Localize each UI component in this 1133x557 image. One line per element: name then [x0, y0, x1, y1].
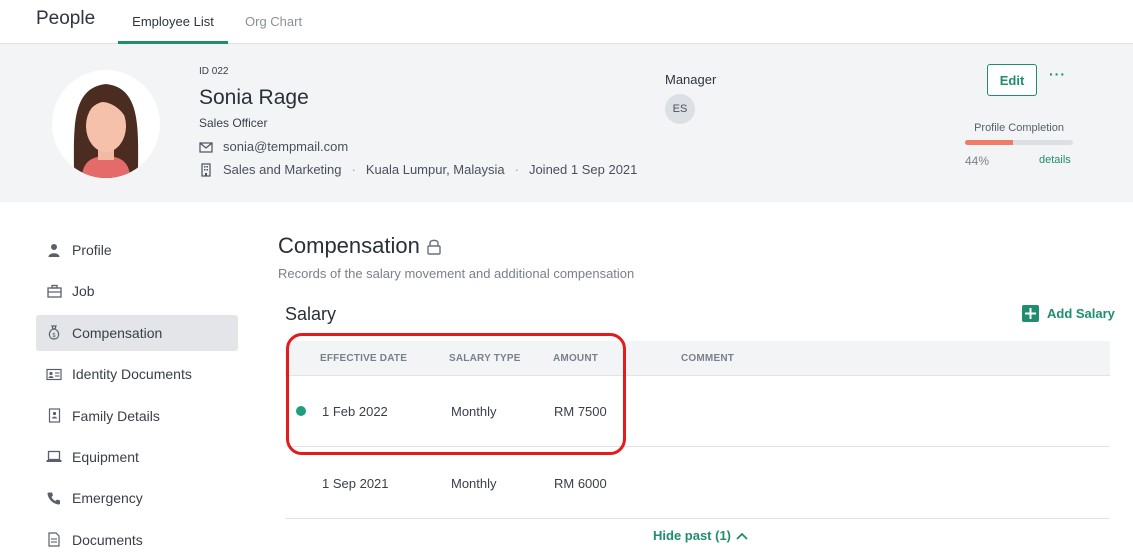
sidebar-item-documents[interactable]: Documents: [36, 522, 238, 557]
sidebar-item-label: Equipment: [72, 448, 139, 465]
effective-date-cell: 1 Sep 2021: [322, 476, 389, 491]
profile-completion-details-link[interactable]: details: [1039, 154, 1071, 166]
table-row[interactable]: 1 Feb 2022 Monthly RM 7500: [285, 376, 1110, 447]
sidebar-item-profile[interactable]: Profile: [36, 232, 238, 268]
sidebar-item-label: Profile: [72, 242, 112, 258]
compensation-title: Compensation: [278, 233, 420, 258]
profile-completion-label: Profile Completion: [974, 122, 1064, 134]
separator: ·: [514, 162, 519, 177]
employee-name: Sonia Rage: [199, 86, 309, 109]
app-title: People: [36, 8, 96, 29]
salary-table-header: EFFECTIVE DATE SALARY TYPE AMOUNT COMMEN…: [285, 341, 1110, 376]
table-row[interactable]: 1 Sep 2021 Monthly RM 6000: [285, 448, 1110, 519]
column-comment[interactable]: COMMENT: [681, 353, 734, 364]
employee-location: Kuala Lumpur, Malaysia: [365, 162, 505, 177]
profile-completion-fill: [965, 140, 1013, 145]
sidebar-item-label: Documents: [72, 531, 143, 548]
add-salary-label: Add Salary: [1047, 306, 1115, 321]
sidebar-item-job[interactable]: Job: [36, 273, 238, 309]
tab-employee-list[interactable]: Employee List: [118, 14, 228, 44]
avatar: [52, 70, 160, 178]
hide-past-label: Hide past (1): [653, 528, 732, 543]
salary-type-cell: Monthly: [451, 404, 497, 419]
sidebar-item-label: Compensation: [72, 324, 163, 341]
briefcase-icon: [46, 283, 62, 299]
manager-label: Manager: [665, 72, 717, 87]
employee-header: ID 022 Sonia Rage Sales Officer sonia@te…: [0, 44, 1133, 202]
money-bag-icon: $: [46, 325, 62, 341]
column-effective-date[interactable]: EFFECTIVE DATE: [320, 353, 407, 364]
salary-type-cell: Monthly: [451, 476, 497, 491]
sidebar-item-emergency[interactable]: Emergency: [36, 480, 238, 516]
edit-button[interactable]: Edit: [987, 64, 1037, 96]
sidebar: Profile Job $ Compensation Identity Docu…: [36, 232, 238, 557]
sidebar-item-identity-documents[interactable]: Identity Documents: [36, 356, 238, 392]
effective-date-cell: 1 Feb 2022: [322, 404, 388, 419]
employee-email-row: sonia@tempmail.com: [199, 139, 348, 154]
sidebar-item-equipment[interactable]: Equipment: [36, 439, 238, 475]
building-icon: [199, 162, 213, 177]
profile-completion-bar: [965, 140, 1073, 145]
sidebar-item-family-details[interactable]: Family Details: [36, 398, 238, 434]
document-icon: [46, 532, 62, 548]
section-title: Compensation: [278, 233, 442, 259]
amount-cell: RM 7500: [554, 404, 607, 419]
salary-heading: Salary: [285, 304, 337, 324]
sidebar-item-label: Identity Documents: [72, 366, 192, 383]
compensation-subtitle: Records of the salary movement and addit…: [278, 266, 635, 281]
svg-text:$: $: [52, 332, 56, 339]
current-status-dot: [296, 406, 306, 416]
amount-cell: RM 6000: [554, 476, 607, 491]
employee-joined: Joined 1 Sep 2021: [528, 162, 638, 177]
person-icon: [46, 242, 62, 258]
profile-completion-percent: 44%: [965, 154, 990, 168]
lock-icon: [426, 238, 442, 255]
column-salary-type[interactable]: SALARY TYPE: [449, 353, 521, 364]
employee-role: Sales Officer: [199, 116, 268, 130]
chevron-up-icon: [736, 532, 748, 540]
hide-past-button[interactable]: Hide past (1): [653, 528, 748, 543]
employee-meta-row: Sales and Marketing · Kuala Lumpur, Mala…: [199, 162, 637, 177]
employee-department: Sales and Marketing: [223, 162, 342, 177]
employee-id: ID 022: [199, 66, 229, 77]
column-amount[interactable]: AMOUNT: [553, 353, 598, 364]
more-options-button[interactable]: ···: [1049, 66, 1066, 82]
manager-avatar[interactable]: ES: [665, 94, 695, 124]
envelope-icon: [199, 140, 213, 154]
avatar-illustration: [73, 84, 139, 178]
separator: ·: [351, 162, 356, 177]
sidebar-item-compensation[interactable]: $ Compensation: [36, 314, 238, 351]
laptop-icon: [46, 449, 62, 465]
plus-icon: [1022, 305, 1039, 322]
family-document-icon: [46, 408, 62, 424]
sidebar-item-label: Family Details: [72, 407, 160, 424]
sidebar-item-label: Emergency: [72, 490, 143, 507]
sidebar-item-label: Job: [72, 283, 95, 300]
top-navigation: People Employee List Org Chart: [0, 0, 1133, 44]
phone-icon: [46, 490, 62, 506]
add-salary-button[interactable]: Add Salary: [1022, 305, 1115, 322]
employee-email[interactable]: sonia@tempmail.com: [223, 139, 348, 154]
id-card-icon: [46, 366, 62, 382]
tab-org-chart[interactable]: Org Chart: [245, 14, 302, 44]
